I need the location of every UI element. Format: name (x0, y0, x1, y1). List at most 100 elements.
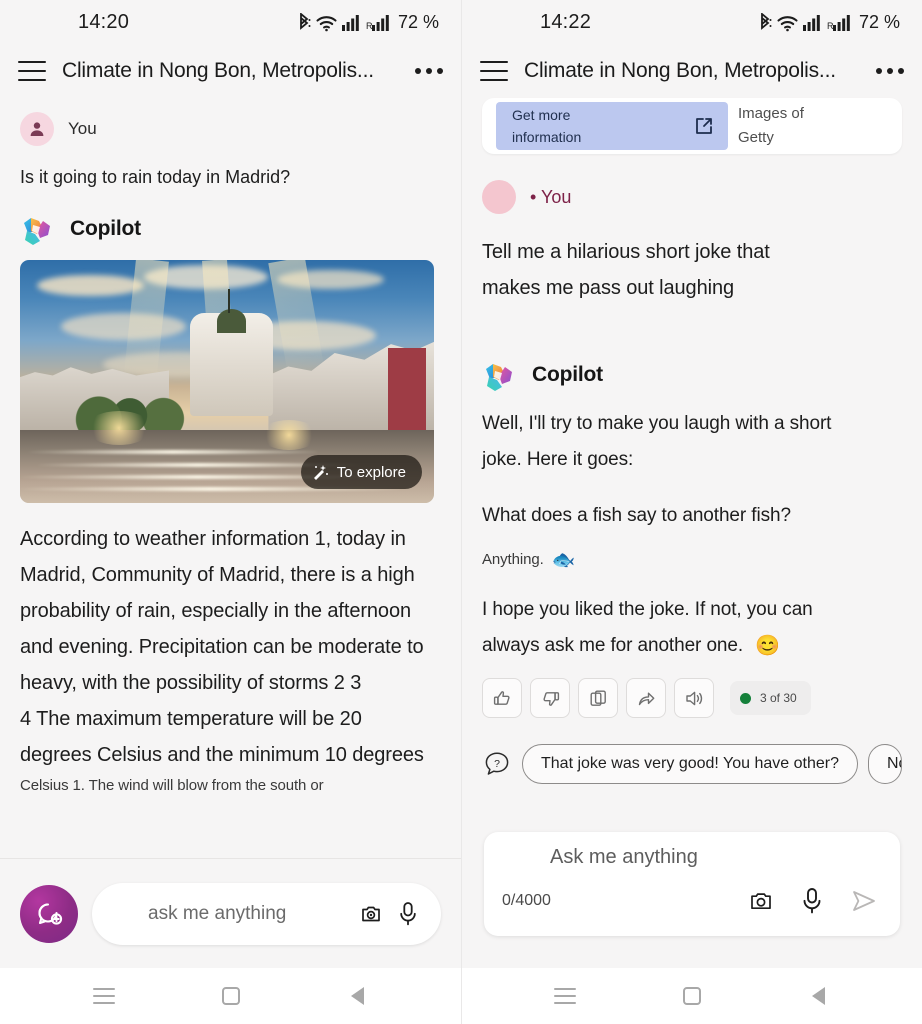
android-navbar-left (0, 968, 461, 1024)
street-glow (86, 410, 153, 445)
status-bar-right: 14:22 R 72 % (462, 0, 922, 44)
status-bar-left: 14:20 R 72 % (0, 0, 461, 44)
chat-input-placeholder: ask me anything (148, 902, 287, 924)
avatar (482, 180, 516, 214)
signal-roaming-icon: R (366, 14, 391, 31)
turn-counter-badge: 3 of 30 (730, 681, 811, 715)
chat-thread-right: • You Tell me a hilarious short joke tha… (462, 180, 922, 784)
status-icons: R 72 % (758, 12, 900, 33)
microphone-icon[interactable] (397, 901, 419, 927)
user-name: • You (530, 186, 572, 207)
metropolis-spire (228, 289, 231, 314)
wifi-icon (777, 14, 798, 32)
composer-right[interactable]: Ask me anything 0/4000 (484, 832, 900, 936)
right-screenshot-panel: 14:22 R 72 % Climate in Nong Bon, Metrop… (461, 0, 922, 1024)
app-header-left: Climate in Nong Bon, Metropolis... (0, 44, 461, 98)
user-message-text: Tell me a hilarious short joke that make… (482, 234, 902, 306)
thumbs-up-icon[interactable] (482, 678, 522, 718)
to-explore-label: To explore (336, 463, 406, 481)
status-time: 14:20 (78, 11, 130, 33)
battery-percent: 72 % (858, 12, 900, 32)
cloud-shape (61, 313, 186, 341)
android-navbar-right (462, 968, 922, 1024)
hamburger-menu-icon[interactable] (18, 61, 46, 81)
status-icons: R 72 % (297, 12, 439, 33)
more-options-icon[interactable] (409, 68, 443, 74)
question-bubble-icon: ? (482, 749, 512, 779)
page-title: Climate in Nong Bon, Metropolis... (62, 59, 374, 82)
copilot-logo-icon (20, 212, 54, 246)
share-icon[interactable] (626, 678, 666, 718)
thumbs-down-icon[interactable] (530, 678, 570, 718)
microphone-icon[interactable] (800, 887, 824, 915)
svg-text:R: R (827, 21, 834, 31)
home-icon[interactable] (679, 983, 705, 1009)
user-message-header: You (20, 112, 441, 146)
fish-emoji-icon: 🐟 (551, 550, 576, 571)
to-explore-button[interactable]: To explore (300, 455, 422, 489)
signal-icon (341, 14, 361, 31)
left-screenshot-panel: 14:20 R 72 % Climate in Nong Bon, Metrop… (0, 0, 461, 1024)
status-time: 14:22 (540, 11, 592, 33)
copy-icon[interactable] (578, 678, 618, 718)
turn-counter-text: 3 of 30 (760, 691, 797, 705)
smiley-emoji-icon: 😊 (755, 635, 780, 657)
character-counter: 0/4000 (502, 892, 551, 909)
user-message-header: • You (482, 180, 902, 214)
recents-icon[interactable] (552, 983, 578, 1009)
assistant-reply-text: Well, I'll try to make you laugh with a … (482, 406, 902, 478)
chat-input-left[interactable]: ask me anything (92, 882, 441, 945)
source-caption-line2: Getty (738, 129, 774, 146)
closing-line: always ask me for another one. (482, 635, 744, 656)
joke-answer: Anything. (482, 551, 544, 568)
answer-line: 4 The maximum temperature will be 20 (20, 708, 362, 730)
composer-actions (748, 887, 882, 915)
camera-icon[interactable] (748, 888, 774, 914)
page-title: Climate in Nong Bon, Metropolis... (524, 59, 836, 82)
source-card[interactable]: Get more information Images of Getty (482, 98, 902, 154)
get-more-information-button[interactable]: Get more information (496, 102, 728, 150)
chat-thread-left: You Is it going to rain today in Madrid? (0, 112, 461, 799)
status-dot-icon (740, 692, 751, 704)
magic-wand-icon (311, 463, 329, 481)
answer-line: probability of rain, especially in the a… (20, 600, 411, 622)
bluetooth-icon (758, 12, 772, 33)
answer-line: According to weather information 1, toda… (20, 528, 406, 550)
source-button-label-line1: Get more (512, 107, 571, 123)
metropolis-dome (216, 308, 246, 333)
speaker-icon[interactable] (674, 678, 714, 718)
answer-line: and evening. Precipitation can be modera… (20, 636, 424, 658)
recents-icon[interactable] (91, 983, 117, 1009)
svg-text:?: ? (494, 758, 500, 770)
new-chat-icon[interactable] (20, 884, 78, 943)
street-glow (260, 420, 319, 450)
user-name: You (68, 119, 97, 138)
suggestion-chip[interactable]: No (867, 744, 902, 784)
back-icon[interactable] (806, 983, 832, 1009)
assistant-closing-text: I hope you liked the joke. If not, you c… (482, 592, 902, 664)
wifi-icon (316, 14, 337, 32)
camera-icon[interactable] (359, 902, 383, 926)
source-caption-line1: Images of (738, 105, 804, 122)
assistant-header: Copilot (20, 212, 441, 246)
answer-hero-image[interactable]: To explore (20, 260, 434, 503)
composer-backdrop (462, 936, 922, 968)
reply-line: Well, I'll try to make you laugh with a … (482, 413, 832, 434)
assistant-answer-text: According to weather information 1, toda… (20, 521, 441, 799)
user-message-text: Is it going to rain today in Madrid? (20, 167, 291, 187)
closing-line: I hope you liked the joke. If not, you c… (482, 599, 813, 620)
source-caption: Images of Getty (738, 102, 804, 150)
back-icon[interactable] (345, 983, 371, 1009)
reply-line: joke. Here it goes: (482, 449, 634, 470)
suggestion-chips-row: ? That joke was very good! You have othe… (482, 744, 902, 784)
more-options-icon[interactable] (870, 68, 904, 74)
assistant-header: Copilot (482, 358, 902, 392)
send-icon[interactable] (850, 889, 878, 913)
signal-icon (802, 14, 822, 31)
hamburger-menu-icon[interactable] (480, 61, 508, 81)
user-message-line: Tell me a hilarious short joke that (482, 241, 770, 263)
home-icon[interactable] (218, 983, 244, 1009)
suggestion-chip[interactable]: That joke was very good! You have other? (522, 744, 858, 784)
signal-roaming-icon: R (827, 14, 852, 31)
assistant-name: Copilot (70, 217, 141, 240)
